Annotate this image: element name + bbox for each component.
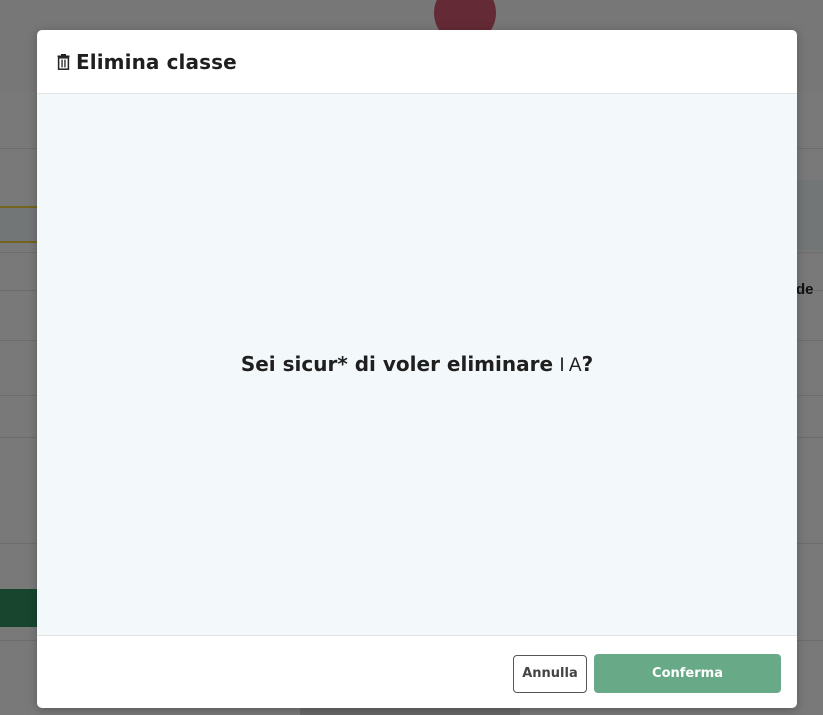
class-name: I A [559,355,582,376]
confirmation-message: Sei sicur* di voler eliminare I A? [241,352,593,377]
delete-class-dialog: Elimina classe Sei sicur* di voler elimi… [37,30,797,708]
dialog-body: Sei sicur* di voler eliminare I A? [37,94,797,636]
dialog-title: Elimina classe [76,49,237,74]
dialog-footer: Annulla Conferma [37,636,797,707]
confirmation-suffix: ? [581,352,594,376]
trash-icon [57,53,70,70]
confirm-button[interactable]: Conferma [594,654,781,693]
cancel-button[interactable]: Annulla [513,654,587,693]
confirmation-prefix: Sei sicur* di voler eliminare [240,352,554,376]
dialog-header: Elimina classe [37,30,797,94]
